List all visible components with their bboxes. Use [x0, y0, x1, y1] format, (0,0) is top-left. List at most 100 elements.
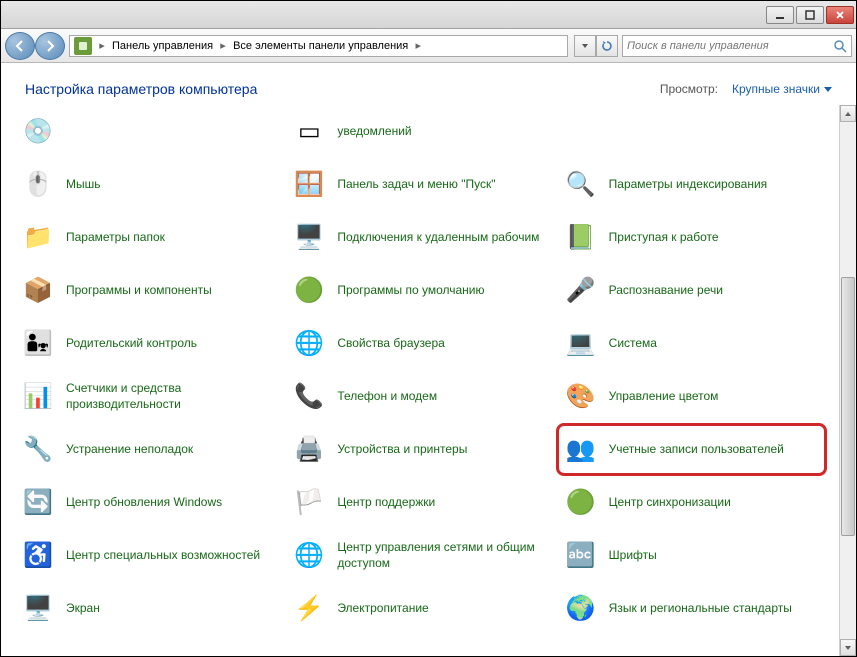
- item-label: Программы по умолчанию: [337, 283, 484, 299]
- forward-button[interactable]: [35, 32, 65, 60]
- address-bar[interactable]: ▸ Панель управления ▸ Все элементы панел…: [69, 35, 568, 57]
- item-label: Телефон и модем: [337, 389, 437, 405]
- control-panel-item[interactable]: 📁Параметры папок: [13, 211, 284, 264]
- item-label: Параметры папок: [66, 230, 165, 246]
- control-panel-item[interactable]: 💿: [13, 105, 284, 158]
- control-panel-item[interactable]: 🔤Шрифты: [556, 529, 827, 582]
- control-panel-item[interactable]: 🔄Центр обновления Windows: [13, 476, 284, 529]
- taskbar-icon: 🪟: [291, 167, 327, 203]
- scroll-down-button[interactable]: [840, 639, 856, 656]
- breadcrumb-sep[interactable]: ▸: [217, 39, 229, 52]
- scroll-track[interactable]: [840, 122, 856, 639]
- address-dropdown-button[interactable]: [574, 35, 596, 57]
- index-icon: 🔍: [563, 167, 599, 203]
- item-label: Распознавание речи: [609, 283, 723, 299]
- control-panel-item[interactable]: ⚡ Электропитание: [284, 582, 555, 635]
- item-label: Центр специальных возможностей: [66, 548, 260, 564]
- control-panel-item[interactable]: 📞Телефон и модем: [284, 370, 555, 423]
- back-button[interactable]: [5, 32, 35, 60]
- control-panel-item[interactable]: 🪟 Панель задач и меню "Пуск": [284, 158, 555, 211]
- item-label: Мышь: [66, 177, 101, 193]
- network-icon: 🌐: [291, 538, 327, 574]
- color-icon: 🎨: [563, 379, 599, 415]
- control-panel-item[interactable]: 🎨Управление цветом: [556, 370, 827, 423]
- perf-icon: 📊: [20, 379, 56, 415]
- titlebar: [1, 1, 856, 29]
- control-panel-item[interactable]: 🏳️ Центр поддержки: [284, 476, 555, 529]
- close-button[interactable]: [826, 6, 854, 24]
- scroll-thumb[interactable]: [841, 277, 855, 536]
- control-panel-item[interactable]: 🌍Язык и региональные стандарты: [556, 582, 827, 635]
- content-area: 💿 ▭ уведомлений 🖱️ Мышь 🪟 Панель задач и меню…: [1, 105, 856, 656]
- item-label: Электропитание: [337, 601, 428, 617]
- breadcrumb-sep[interactable]: ▸: [412, 39, 424, 52]
- item-label: Устранение неполадок: [66, 442, 193, 458]
- nav-buttons: [5, 32, 65, 60]
- item-label: Родительский контроль: [66, 336, 197, 352]
- breadcrumb-item[interactable]: Панель управления: [108, 40, 217, 52]
- disc-icon: 💿: [20, 114, 56, 150]
- control-panel-item[interactable]: 🌐 Центр управления сетями и общим доступо…: [284, 529, 555, 582]
- control-panel-item[interactable]: 🖨️ Устройства и принтеры: [284, 423, 555, 476]
- printers-icon: 🖨️: [291, 432, 327, 468]
- search-box[interactable]: [622, 35, 852, 57]
- control-panel-item[interactable]: 📦Программы и компоненты: [13, 264, 284, 317]
- view-select-value: Крупные значки: [732, 82, 820, 96]
- control-panel-item[interactable]: ♿Центр специальных возможностей: [13, 529, 284, 582]
- item-label: Язык и региональные стандарты: [609, 601, 792, 617]
- scrollbar: [839, 105, 856, 656]
- item-label: Счетчики и средства производительности: [66, 381, 277, 412]
- browser-icon: 🌐: [291, 326, 327, 362]
- refresh-button[interactable]: [596, 35, 618, 57]
- breadcrumb-sep[interactable]: ▸: [96, 39, 108, 52]
- item-label: Параметры индексирования: [609, 177, 767, 193]
- support-icon: 🏳️: [291, 485, 327, 521]
- control-panel-item[interactable]: 🟢Центр синхронизации: [556, 476, 827, 529]
- control-panel-item[interactable]: 🎤Распознавание речи: [556, 264, 827, 317]
- control-panel-item[interactable]: 🔍 Параметры индексирования: [556, 158, 827, 211]
- control-panel-item[interactable]: 🔧 Устранение неполадок: [13, 423, 284, 476]
- control-panel-item[interactable]: [556, 105, 827, 158]
- item-label: Центр поддержки: [337, 495, 435, 511]
- control-panel-item[interactable]: 📊 Счетчики и средства производительности: [13, 370, 284, 423]
- item-label: Система: [609, 336, 657, 352]
- item-label: Учетные записи пользователей: [609, 442, 784, 458]
- scroll-up-button[interactable]: [840, 105, 856, 122]
- parental-icon: 👨‍👧: [20, 326, 56, 362]
- mouse-icon: 🖱️: [20, 167, 56, 203]
- control-panel-item[interactable]: 🖥️ Экран: [13, 582, 284, 635]
- item-label: уведомлений: [337, 124, 411, 140]
- view-select[interactable]: Крупные значки: [732, 82, 832, 96]
- control-panel-item[interactable]: 🟢 Программы по умолчанию: [284, 264, 555, 317]
- display-icon: 🖥️: [20, 591, 56, 627]
- power-icon: ⚡: [291, 591, 327, 627]
- control-panel-item[interactable]: 🌐 Свойства браузера: [284, 317, 555, 370]
- control-panel-item[interactable]: 💻Система: [556, 317, 827, 370]
- control-panel-item[interactable]: 👨‍👧 Родительский контроль: [13, 317, 284, 370]
- maximize-button[interactable]: [796, 6, 824, 24]
- control-panel-item[interactable]: 👥Учетные записи пользователей: [556, 423, 827, 476]
- navbar: ▸ Панель управления ▸ Все элементы панел…: [1, 29, 856, 63]
- control-panel-item[interactable]: 🖥️Подключения к удаленным рабочим: [284, 211, 555, 264]
- control-panel-item[interactable]: ▭ уведомлений: [284, 105, 555, 158]
- item-label: Свойства браузера: [337, 336, 445, 352]
- item-label: Экран: [66, 601, 100, 617]
- item-label: Центр управления сетями и общим доступом: [337, 540, 548, 571]
- minimize-button[interactable]: [766, 6, 794, 24]
- view-label: Просмотр:: [660, 82, 718, 96]
- sync-icon: 🟢: [563, 485, 599, 521]
- defaults-icon: 🟢: [291, 273, 327, 309]
- bar-icon: ▭: [291, 114, 327, 150]
- item-label: Программы и компоненты: [66, 283, 212, 299]
- item-label: Центр обновления Windows: [66, 495, 222, 511]
- breadcrumb-item[interactable]: Все элементы панели управления: [229, 40, 412, 52]
- search-input[interactable]: [627, 40, 833, 52]
- control-panel-item[interactable]: 📗Приступая к работе: [556, 211, 827, 264]
- item-label: Устройства и принтеры: [337, 442, 467, 458]
- troubleshoot-icon: 🔧: [20, 432, 56, 468]
- window: ▸ Панель управления ▸ Все элементы панел…: [0, 0, 857, 657]
- item-label: Панель задач и меню "Пуск": [337, 177, 495, 193]
- remote-icon: 🖥️: [291, 220, 327, 256]
- item-label: Шрифты: [609, 548, 657, 564]
- control-panel-item[interactable]: 🖱️ Мышь: [13, 158, 284, 211]
